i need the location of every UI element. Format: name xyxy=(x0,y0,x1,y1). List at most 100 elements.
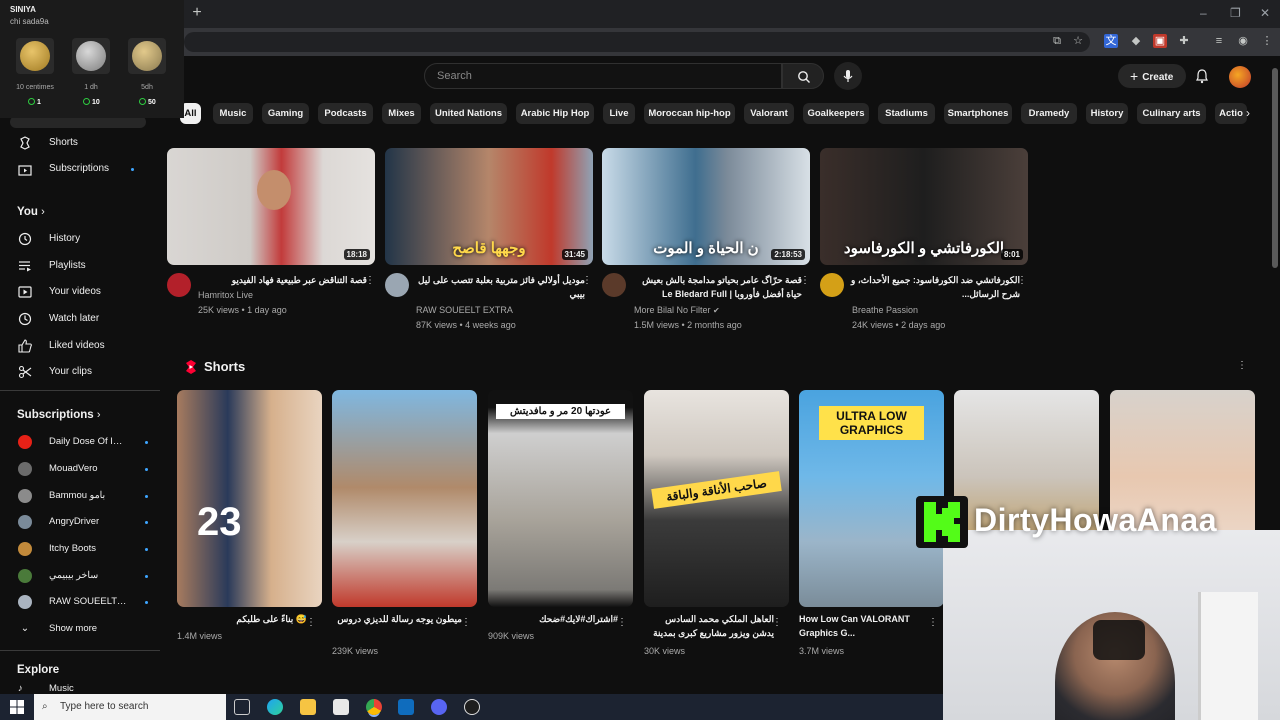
video-thumbnail[interactable]: ن الحياة و الموت 2:18:53 xyxy=(602,148,810,265)
short-menu-icon[interactable]: ⋮ xyxy=(461,617,471,628)
chip-moroccan-hip-hop[interactable]: Moroccan hip-hop xyxy=(644,103,735,124)
video-title[interactable]: الكورفاتشي ضد الكورفاسود: جميع الأحداث، … xyxy=(850,273,1020,303)
file-explorer-icon[interactable] xyxy=(300,699,316,715)
short-menu-icon[interactable]: ⋮ xyxy=(772,617,782,628)
short-caption[interactable]: ميطون يوجه رسالة للديزي دروس xyxy=(332,612,462,626)
short-caption[interactable]: العاهل الملكي محمد السادس يدشن ويزور مشا… xyxy=(644,612,774,642)
subscription-item[interactable]: Daily Dose Of Int... xyxy=(18,432,148,452)
sidebar-item-shorts[interactable]: Shorts xyxy=(18,133,148,153)
chip-valorant[interactable]: Valorant xyxy=(744,103,794,124)
chips-next-icon[interactable]: › xyxy=(1246,106,1250,120)
discord-icon[interactable] xyxy=(431,699,447,715)
account-avatar[interactable] xyxy=(1229,66,1251,88)
subscription-item[interactable]: RAW SOUEELT E... xyxy=(18,592,148,612)
sidebar-item-history[interactable]: History xyxy=(18,229,148,249)
address-bar[interactable] xyxy=(184,32,1090,52)
video-title[interactable]: قصة التناقض عبر طبيعية فهاد الفيديو xyxy=(197,273,367,289)
short-thumbnail[interactable] xyxy=(332,390,477,607)
video-menu-icon[interactable]: ⋮ xyxy=(365,275,375,286)
chip-goalkeepers[interactable]: Goalkeepers xyxy=(803,103,869,124)
chip-music[interactable]: Music xyxy=(213,103,253,124)
show-more-button[interactable]: ⌄ Show more xyxy=(18,619,148,639)
chip-culinary-arts[interactable]: Culinary arts xyxy=(1137,103,1206,124)
page-scrollbar[interactable] xyxy=(1272,68,1278,268)
channel-avatar[interactable] xyxy=(385,273,409,297)
channel-avatar[interactable] xyxy=(602,273,626,297)
chip-gaming[interactable]: Gaming xyxy=(262,103,309,124)
restore-icon[interactable]: ❐ xyxy=(1230,6,1241,20)
short-caption[interactable]: #اشتراك#لايك#ضحك xyxy=(488,612,618,626)
chip-stadiums[interactable]: Stadiums xyxy=(878,103,935,124)
short-thumbnail[interactable]: صاحب الأناقة والباقة xyxy=(644,390,789,607)
video-menu-icon[interactable]: ⋮ xyxy=(582,275,592,286)
task-view-icon[interactable] xyxy=(234,699,250,715)
profile-icon[interactable]: ◉ xyxy=(1236,34,1250,48)
sidebar-item-subscriptions[interactable]: Subscriptions xyxy=(18,159,148,179)
install-app-icon[interactable]: ⧉ xyxy=(1050,34,1064,48)
bookmark-star-icon[interactable]: ☆ xyxy=(1071,34,1085,48)
subscription-item[interactable]: MouadVero xyxy=(18,459,148,479)
video-menu-icon[interactable]: ⋮ xyxy=(1017,275,1027,286)
extension-diamond-icon[interactable]: ◆ xyxy=(1129,34,1143,48)
obs-icon[interactable] xyxy=(464,699,480,715)
chip-live[interactable]: Live xyxy=(603,103,635,124)
minimize-icon[interactable]: – xyxy=(1200,6,1207,20)
video-menu-icon[interactable]: ⋮ xyxy=(800,275,810,286)
video-thumbnail[interactable]: 18:18 xyxy=(167,148,375,265)
sidebar-item-your-videos[interactable]: Your videos xyxy=(18,282,148,302)
translate-extension-icon[interactable]: 文 xyxy=(1104,34,1118,48)
store-icon[interactable] xyxy=(333,699,349,715)
chip-dramedy[interactable]: Dramedy xyxy=(1021,103,1077,124)
sidebar-item-liked-videos[interactable]: Liked videos xyxy=(18,336,148,356)
short-caption[interactable]: 😅 بناءً على طلبكم xyxy=(177,612,307,626)
chip-action[interactable]: Actio xyxy=(1215,103,1247,124)
chip-mixes[interactable]: Mixes xyxy=(382,103,421,124)
extension-red-icon[interactable]: ▣ xyxy=(1153,34,1167,48)
taskbar-search-input[interactable]: ⌕ Type here to search xyxy=(34,694,226,720)
short-menu-icon[interactable]: ⋮ xyxy=(617,617,627,628)
windows-start-icon[interactable] xyxy=(10,700,24,714)
channel-name[interactable]: Breathe Passion xyxy=(852,305,918,315)
video-thumbnail[interactable]: الكورفاتشي و الكورفاسود 8:01 xyxy=(820,148,1028,265)
channel-name[interactable]: RAW SOUEELT EXTRA xyxy=(416,305,513,315)
channel-name[interactable]: Hamritox Live xyxy=(198,290,253,300)
you-heading[interactable]: You › xyxy=(17,206,45,218)
chip-united-nations[interactable]: United Nations xyxy=(430,103,507,124)
reading-list-icon[interactable]: ≡ xyxy=(1212,34,1226,48)
sidebar-item-playlists[interactable]: Playlists xyxy=(18,256,148,276)
outlook-icon[interactable] xyxy=(398,699,414,715)
sidebar-item-your-clips[interactable]: Your clips xyxy=(18,362,148,382)
chrome-icon[interactable] xyxy=(366,699,382,715)
short-thumbnail[interactable]: 23 xyxy=(177,390,322,607)
voice-search-button[interactable] xyxy=(834,62,862,90)
sidebar-item-watch-later[interactable]: Watch later xyxy=(18,309,148,329)
subscription-item[interactable]: Itchy Boots xyxy=(18,539,148,559)
video-thumbnail[interactable]: وجهها قاصح 31:45 xyxy=(385,148,593,265)
browser-menu-icon[interactable]: ⋮ xyxy=(1260,34,1274,48)
chip-history[interactable]: History xyxy=(1086,103,1128,124)
chip-arabic-hip-hop[interactable]: Arabic Hip Hop xyxy=(516,103,594,124)
shorts-menu-icon[interactable]: ⋮ xyxy=(1237,360,1247,371)
close-icon[interactable]: ✕ xyxy=(1260,6,1270,20)
channel-avatar[interactable] xyxy=(167,273,191,297)
subscription-item[interactable]: ساخر بيبيمي xyxy=(18,566,148,586)
search-button[interactable] xyxy=(782,63,824,89)
new-tab-button[interactable]: + xyxy=(188,4,206,22)
subscription-item[interactable]: Bammou بامو xyxy=(18,486,148,506)
short-menu-icon[interactable]: ⋮ xyxy=(306,617,316,628)
video-title[interactable]: قصة حرّاگ عامر بحياتو مدامجة بالش بعيش ح… xyxy=(632,273,802,303)
video-title[interactable]: موديل أولالي فائز متربية بعلبة تتصب على … xyxy=(415,273,585,303)
short-caption[interactable]: How Low Can VALORANT Graphics G... xyxy=(799,612,929,640)
search-input[interactable]: Search xyxy=(424,63,782,89)
channel-avatar[interactable] xyxy=(820,273,844,297)
notifications-bell-icon[interactable] xyxy=(1194,68,1210,84)
chip-smartphones[interactable]: Smartphones xyxy=(944,103,1012,124)
short-thumbnail[interactable]: عودتها 20 مر و مافديتش xyxy=(488,390,633,607)
subscriptions-heading[interactable]: Subscriptions › xyxy=(17,409,101,421)
subscription-item[interactable]: AngryDriver xyxy=(18,512,148,532)
edge-icon[interactable] xyxy=(267,699,283,715)
channel-name[interactable]: More Bilal No Filter ✔ xyxy=(634,305,720,315)
chip-podcasts[interactable]: Podcasts xyxy=(318,103,373,124)
create-button[interactable]: + Create xyxy=(1118,64,1186,88)
short-menu-icon[interactable]: ⋮ xyxy=(928,617,938,628)
